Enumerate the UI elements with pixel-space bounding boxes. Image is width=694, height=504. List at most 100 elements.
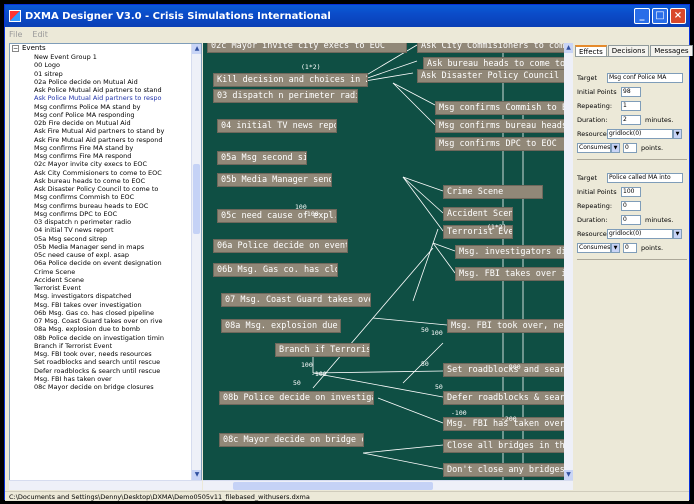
consumes-select[interactable]: Consumes (577, 143, 611, 153)
tree-item[interactable]: Set roadblocks and search until rescue (10, 358, 201, 366)
flow-node[interactable]: 07 Msg. Coast Guard takes over on river (221, 293, 371, 307)
tree-item[interactable]: Crime Scene (10, 268, 201, 276)
scroll-thumb[interactable] (193, 164, 200, 234)
tree-root[interactable]: − Events (10, 44, 201, 53)
tree-item[interactable]: Ask Disaster Policy Council to come to (10, 185, 201, 193)
tree-item[interactable]: Ask Fire Mutual Aid partners to stand by (10, 127, 201, 135)
flow-node[interactable]: 05c need cause of expl. asap (217, 209, 337, 223)
title-bar[interactable]: DXMA Designer V3.0 - Crisis Simulations … (5, 5, 689, 27)
flow-node[interactable]: Defer roadblocks & search until rescue (443, 391, 565, 405)
menu-file[interactable]: File (9, 30, 22, 39)
tree-item[interactable]: 05a Msg second sitrep (10, 235, 201, 243)
tree-item[interactable]: Msg. FBI has taken over (10, 375, 201, 383)
flow-node[interactable]: 08c Mayor decide on bridge closures (219, 433, 364, 447)
repeating-field[interactable]: 0 (621, 201, 641, 211)
canvas-vertical-scrollbar[interactable]: ▲ ▼ (564, 43, 573, 480)
flow-node[interactable]: 02c Mayor invite city execs to EOC (207, 43, 407, 53)
flow-node[interactable]: Don't close any bridges now (443, 463, 565, 477)
tree-item[interactable]: 08b Police decide on investigation timin (10, 334, 201, 342)
menu-edit[interactable]: Edit (32, 30, 48, 39)
resource-select[interactable]: gridlock(0) (607, 229, 673, 239)
flow-node[interactable]: 05b Media Manager send in maps (217, 173, 332, 187)
event-tree[interactable]: − Events New Event Group 1 00 Logo 01 sitre… (9, 43, 202, 481)
tree-item[interactable]: Terrorist Event (10, 284, 201, 292)
flow-node[interactable]: Crime Scene (443, 185, 543, 199)
scroll-thumb[interactable] (233, 482, 433, 490)
flow-node[interactable]: 08a Msg. explosion due to bomb (221, 319, 341, 333)
flow-node[interactable]: 06a Police decide on event designation (213, 239, 348, 253)
tree-item[interactable]: Msg conf Police MA responding (10, 111, 201, 119)
tree-item[interactable]: 06a Police decide on event designation (10, 259, 201, 267)
flow-node[interactable]: Close all bridges in the downtown area (443, 439, 565, 453)
tree-item[interactable]: Msg confirms Commish to EOC (10, 193, 201, 201)
tab-messages[interactable]: Messages (650, 45, 693, 56)
chevron-down-icon[interactable]: ▼ (611, 243, 620, 253)
tree-item[interactable]: Ask Police Mutual Aid partners to respo (10, 94, 201, 102)
flow-node[interactable]: 03 dispatch n perimeter radio (213, 89, 358, 103)
tab-decisions[interactable]: Decisions (607, 45, 650, 56)
tree-item[interactable]: Ask bureau heads to come to EOC (10, 177, 201, 185)
tree-item[interactable]: Msg confirms Fire MA respond (10, 152, 201, 160)
tree-horizontal-scrollbar[interactable] (9, 480, 202, 490)
flow-node[interactable]: Branch if Terrorist Event (275, 343, 370, 357)
close-button[interactable]: × (670, 8, 686, 24)
flow-canvas[interactable]: 02c Mayor invite city execs to EOC Ask Ci… (203, 43, 573, 480)
tree-item[interactable]: New Event Group 1 (10, 53, 201, 61)
initial-points-field[interactable]: 98 (621, 87, 641, 97)
minimize-button[interactable]: _ (634, 8, 650, 24)
flow-node[interactable]: Accident Scene (443, 207, 513, 221)
tree-item[interactable]: 08a Msg. explosion due to bomb (10, 325, 201, 333)
chevron-down-icon[interactable]: ▼ (673, 229, 682, 239)
tree-item[interactable]: Accident Scene (10, 276, 201, 284)
tab-effects[interactable]: Effects (575, 45, 607, 56)
flow-node[interactable]: Msg confirms bureau heads to EOC (435, 119, 565, 133)
scroll-down-icon[interactable]: ▼ (192, 470, 201, 480)
flow-node[interactable]: 05a Msg second sitrep (217, 151, 307, 165)
flow-node[interactable]: Msg. investigators dispatched (455, 245, 565, 259)
flow-node[interactable]: Msg confirms Commish to EOC (435, 101, 565, 115)
tree-item[interactable]: 05b Media Manager send in maps (10, 243, 201, 251)
tree-item[interactable]: Msg confirms DPC to EOC (10, 210, 201, 218)
repeating-field[interactable]: 1 (621, 101, 641, 111)
initial-points-field[interactable]: 100 (621, 187, 641, 197)
flow-node[interactable]: Kill decision and choices in 2 minutes (213, 73, 368, 87)
flow-node[interactable]: Ask City Commisioners to come to EOC (417, 43, 567, 53)
flow-node[interactable]: 08b Police decide on investigation timin… (219, 391, 374, 405)
tree-item[interactable]: Msg confirms Fire MA stand by (10, 144, 201, 152)
tree-item[interactable]: 08c Mayor decide on bridge closures (10, 383, 201, 391)
tree-item[interactable]: 04 initial TV news report (10, 226, 201, 234)
chevron-down-icon[interactable]: ▼ (673, 129, 682, 139)
tree-item[interactable]: Msg. FBI takes over investigation (10, 301, 201, 309)
tree-item[interactable]: Msg confirms bureau heads to EOC (10, 202, 201, 210)
tree-item[interactable]: Branch if Terrorist Event (10, 342, 201, 350)
canvas-horizontal-scrollbar[interactable] (203, 480, 573, 490)
flow-node[interactable]: 06b Msg. Gas co. has closed pipeline (213, 263, 338, 277)
tree-item[interactable]: Msg. FBI took over, needs resources (10, 350, 201, 358)
tree-item[interactable]: Msg. investigators dispatched (10, 292, 201, 300)
scroll-up-icon[interactable]: ▲ (564, 43, 573, 53)
tree-item[interactable]: 02a Police decide on Mutual Aid (10, 78, 201, 86)
amount-field[interactable]: 0 (623, 243, 637, 253)
consumes-select[interactable]: Consumes (577, 243, 611, 253)
flow-node[interactable]: Set roadblocks and search until rescue (443, 363, 565, 377)
tree-item[interactable]: 02c Mayor invite city execs to EOC (10, 160, 201, 168)
tree-item[interactable]: Defer roadblocks & search until rescue (10, 367, 201, 375)
tree-item[interactable]: Ask City Commisioners to come to EOC (10, 169, 201, 177)
flow-node[interactable]: Msg. FBI took over, needs resources (447, 319, 565, 333)
flow-node[interactable]: Ask Disaster Policy Council to come (417, 69, 567, 83)
tree-item[interactable]: Ask Police Mutual Aid partners to stand (10, 86, 201, 94)
flow-node[interactable]: 04 initial TV news report (217, 119, 337, 133)
scroll-up-icon[interactable]: ▲ (192, 44, 201, 54)
tree-item[interactable]: 07 Msg. Coast Guard takes over on rive (10, 317, 201, 325)
tree-item[interactable]: 01 sitrep (10, 70, 201, 78)
target-field[interactable]: Police called MA into (607, 173, 683, 183)
tree-item[interactable]: 06b Msg. Gas co. has closed pipeline (10, 309, 201, 317)
target-field[interactable]: Msg conf Police MA (607, 73, 683, 83)
tree-item[interactable]: 03 dispatch n perimeter radio (10, 218, 201, 226)
tree-vertical-scrollbar[interactable]: ▲ ▼ (191, 44, 201, 480)
tree-item[interactable]: Msg confirms Police MA stand by (10, 103, 201, 111)
tree-item[interactable]: 00 Logo (10, 61, 201, 69)
collapse-icon[interactable]: − (12, 44, 19, 52)
chevron-down-icon[interactable]: ▼ (611, 143, 620, 153)
tree-item[interactable]: Ask Fire Mutual Aid partners to respond (10, 136, 201, 144)
